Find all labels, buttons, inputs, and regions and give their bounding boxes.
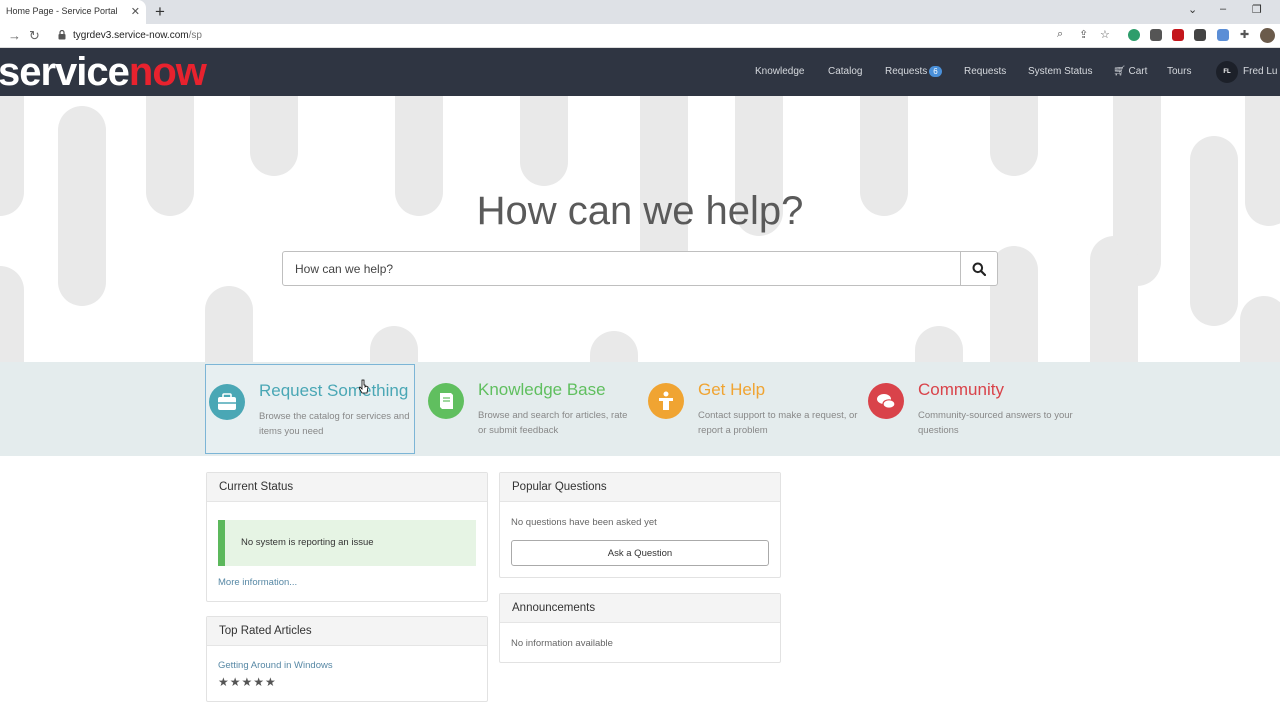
search-icon <box>972 262 986 276</box>
share-icon[interactable]: ⇪ <box>1079 28 1088 41</box>
book-icon <box>428 383 464 419</box>
article-link[interactable]: Getting Around in Windows <box>218 660 333 671</box>
minimize-icon[interactable]: – <box>1220 3 1226 15</box>
chat-icon <box>868 383 904 419</box>
extension-green-icon[interactable] <box>1128 29 1140 41</box>
profile-avatar[interactable] <box>1260 28 1275 43</box>
hero-title: How can we help? <box>476 189 804 233</box>
zoom-icon[interactable]: ⌕ <box>1057 28 1063 41</box>
panel-title: Announcements <box>500 594 780 623</box>
extension-icon[interactable] <box>1194 29 1206 41</box>
tab-title: Home Page - Service Portal <box>6 6 118 16</box>
status-message: No system is reporting an issue <box>218 520 476 566</box>
tab-search-icon[interactable]: ⌄ <box>1188 3 1197 16</box>
ask-question-button[interactable]: Ask a Question <box>511 540 769 566</box>
nav-cart-label: Cart <box>1128 66 1148 77</box>
quick-link-knowledge-base[interactable]: Knowledge Base Browse and search for art… <box>425 364 635 454</box>
no-announcements-text: No information available <box>511 638 613 649</box>
quick-link-desc: Contact support to make a request, or re… <box>698 410 858 436</box>
no-questions-text: No questions have been asked yet <box>511 517 657 528</box>
url-text[interactable]: tygrdev3.service-now.com/sp <box>73 30 202 41</box>
popular-questions-panel: Popular Questions No questions have been… <box>499 472 781 578</box>
cart-icon: 🛒︎ <box>1113 66 1126 77</box>
help-icon <box>648 383 684 419</box>
browser-tab[interactable]: Home Page - Service Portal ✕ <box>0 0 146 24</box>
panel-title: Popular Questions <box>500 473 780 502</box>
pdf-extension-icon[interactable] <box>1172 29 1184 41</box>
nav-knowledge[interactable]: Knowledge <box>755 66 804 77</box>
browser-tab-bar: Home Page - Service Portal ✕ + ⌄ – ❐ <box>0 0 1280 24</box>
star-rating: ★★★★★ <box>218 675 277 689</box>
puzzle-icon[interactable]: ✚ <box>1240 28 1249 41</box>
quick-link-request-something[interactable]: Request Something Browse the catalog for… <box>205 364 415 454</box>
forward-icon[interactable]: → <box>8 28 21 43</box>
new-tab-icon[interactable]: + <box>155 2 165 22</box>
quick-link-title: Request Something <box>259 381 409 400</box>
mouse-cursor-icon <box>359 379 369 394</box>
close-tab-icon[interactable]: ✕ <box>131 5 140 18</box>
quick-link-community[interactable]: Community Community-sourced answers to y… <box>865 364 1075 454</box>
panel-title: Current Status <box>207 473 487 502</box>
servicenow-logo[interactable]: servicenow <box>0 50 207 94</box>
requests-count-badge: 6 <box>929 66 942 77</box>
restore-icon[interactable]: ❐ <box>1252 3 1262 16</box>
user-avatar[interactable]: FL <box>1216 61 1238 83</box>
lock-icon[interactable] <box>58 30 66 40</box>
nav-requests-badge[interactable]: Requests 6 <box>885 66 942 77</box>
nav-system-status[interactable]: System Status <box>1028 66 1092 77</box>
user-name[interactable]: Fred Lu <box>1243 66 1277 77</box>
briefcase-icon <box>209 384 245 420</box>
panel-title: Top Rated Articles <box>207 617 487 646</box>
announcements-panel: Announcements No information available <box>499 593 781 663</box>
quick-link-desc: Browse and search for articles, rate or … <box>478 410 628 436</box>
quick-link-title: Knowledge Base <box>478 380 606 399</box>
search-input[interactable] <box>282 251 961 286</box>
search-button[interactable] <box>960 251 998 286</box>
quick-link-desc: Community-sourced answers to your questi… <box>918 410 1073 436</box>
reload-icon[interactable]: ↻ <box>29 28 40 44</box>
nav-requests[interactable]: Requests <box>964 66 1006 77</box>
bookmark-star-icon[interactable]: ☆ <box>1100 28 1110 41</box>
top-rated-articles-panel: Top Rated Articles Getting Around in Win… <box>206 616 488 702</box>
nav-tours[interactable]: Tours <box>1167 66 1191 77</box>
quick-link-title: Community <box>918 380 1004 399</box>
quick-links-band <box>0 362 1280 456</box>
quick-link-get-help[interactable]: Get Help Contact support to make a reque… <box>645 364 858 454</box>
quick-link-desc: Browse the catalog for services and item… <box>259 411 410 437</box>
quick-link-title: Get Help <box>698 380 766 399</box>
nav-cart[interactable]: 🛒︎ Cart <box>1113 66 1147 77</box>
nav-requests-label: Requests <box>885 66 928 77</box>
browser-address-bar: → ↻ tygrdev3.service-now.com/sp ⌕ ⇪ ☆ ✚ <box>0 24 1280 48</box>
translate-extension-icon[interactable] <box>1217 29 1229 41</box>
current-status-panel: Current Status No system is reporting an… <box>206 472 488 602</box>
more-information-link[interactable]: More information... <box>218 577 297 588</box>
nav-catalog[interactable]: Catalog <box>828 66 862 77</box>
extension-dark-icon[interactable] <box>1150 29 1162 41</box>
